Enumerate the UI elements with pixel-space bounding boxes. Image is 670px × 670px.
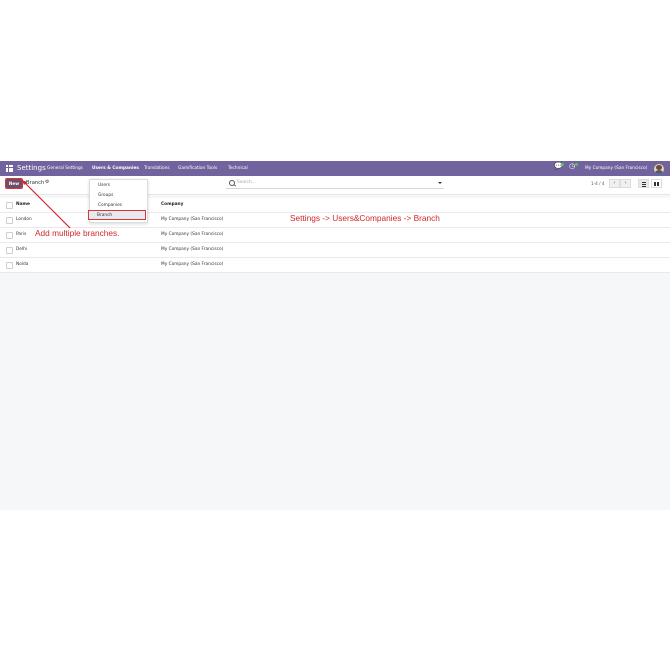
annotation-arrow [22, 180, 71, 229]
annotation-add-branches: Add multiple branches. [35, 228, 120, 238]
annotation-navigation-path: Settings -> Users&Companies -> Branch [290, 213, 440, 223]
